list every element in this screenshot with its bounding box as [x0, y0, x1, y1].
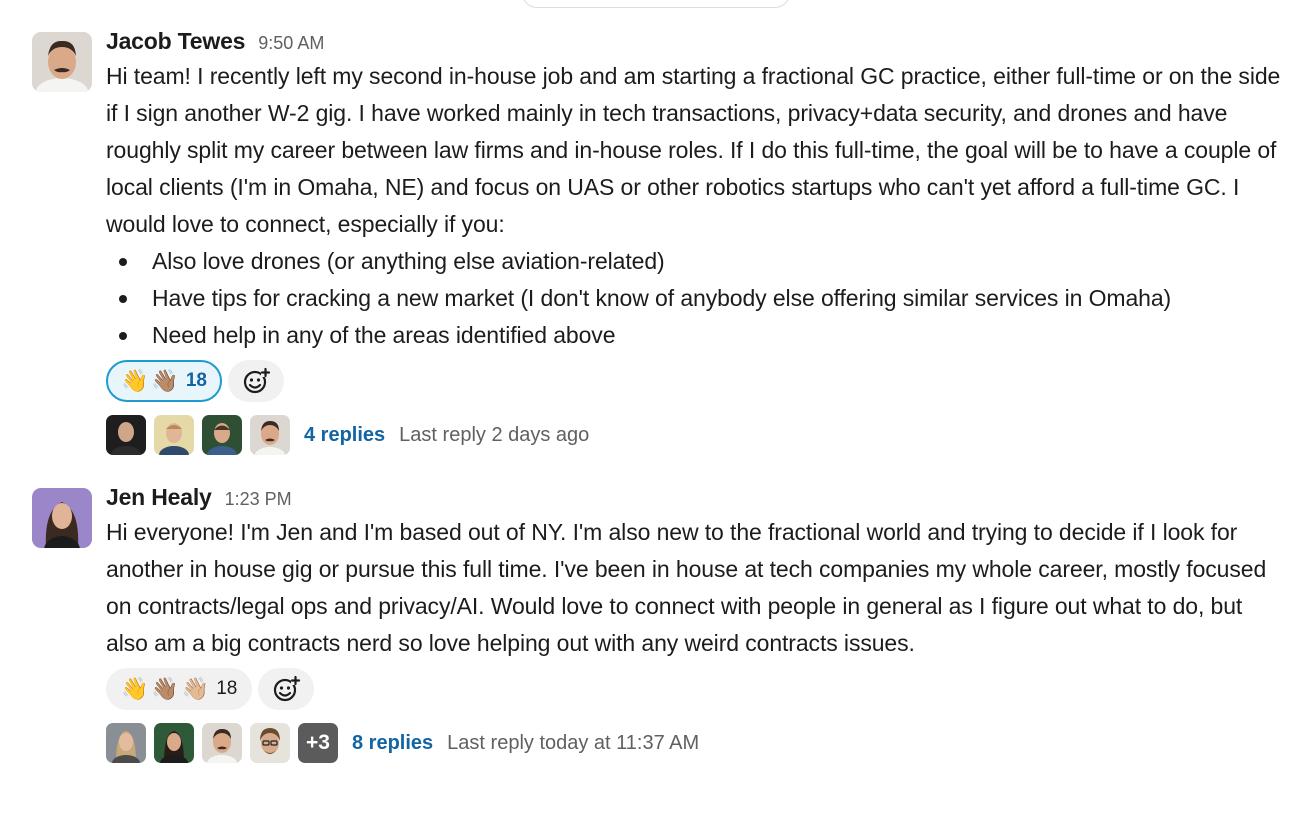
- author-name[interactable]: Jacob Tewes: [106, 28, 245, 55]
- author-avatar[interactable]: [32, 32, 92, 92]
- reactions-bar: 👋 👋🏽 👋🏼 18: [106, 668, 1286, 710]
- thread-summary[interactable]: +3 8 replies Last reply today at 11:37 A…: [106, 722, 1286, 764]
- message-text: Hi team! I recently left my second in-ho…: [106, 63, 1281, 237]
- add-reaction-button[interactable]: [227, 360, 284, 402]
- reply-avatar: [106, 723, 146, 763]
- timestamp[interactable]: 1:23 PM: [225, 489, 292, 510]
- add-emoji-reaction-icon: [274, 675, 301, 702]
- reply-avatar: [202, 723, 242, 763]
- reply-avatar: [106, 415, 146, 455]
- wave-emoji-icon: 👋: [121, 368, 149, 393]
- reply-avatar: [154, 415, 194, 455]
- message-text: Hi everyone! I'm Jen and I'm based out o…: [106, 519, 1267, 656]
- reaction-wave[interactable]: 👋 👋🏽 👋🏼 18: [106, 668, 253, 710]
- reply-avatar: [202, 415, 242, 455]
- author-avatar[interactable]: [32, 488, 92, 548]
- reaction-count: 18: [216, 678, 238, 699]
- reply-avatar: [250, 415, 290, 455]
- message-body: Hi team! I recently left my second in-ho…: [106, 58, 1286, 354]
- message-body: Hi everyone! I'm Jen and I'm based out o…: [106, 514, 1286, 662]
- replies-link[interactable]: 4 replies: [304, 424, 385, 447]
- wave-emoji-icon: 👋: [121, 676, 149, 701]
- reaction-count: 18: [185, 370, 207, 391]
- list-item: Also love drones (or anything else aviat…: [106, 243, 1286, 280]
- bullet-list: Also love drones (or anything else aviat…: [106, 243, 1286, 354]
- last-reply-text: Last reply 2 days ago: [399, 423, 590, 446]
- wave-emoji-icon: 👋🏼: [181, 676, 210, 701]
- reply-avatar: [250, 723, 290, 763]
- timestamp[interactable]: 9:50 AM: [258, 33, 324, 54]
- add-reaction-button[interactable]: [258, 668, 315, 710]
- date-divider-pill[interactable]: [522, 0, 790, 8]
- replies-link[interactable]: 8 replies: [352, 732, 433, 755]
- more-repliers-badge: +3: [298, 723, 338, 763]
- thread-summary[interactable]: 4 replies Last reply 2 days ago: [106, 414, 1286, 456]
- reaction-wave[interactable]: 👋 👋🏽 18: [106, 360, 222, 402]
- list-item: Have tips for cracking a new market (I d…: [106, 280, 1286, 317]
- reactions-bar: 👋 👋🏽 18: [106, 360, 1286, 402]
- list-item: Need help in any of the areas identified…: [106, 317, 1286, 354]
- author-name[interactable]: Jen Healy: [106, 484, 212, 511]
- add-emoji-reaction-icon: [243, 367, 271, 394]
- last-reply-text: Last reply today at 11:37 AM: [447, 731, 700, 754]
- reply-avatar: [154, 723, 194, 763]
- wave-emoji-icon: 👋🏽: [151, 368, 179, 393]
- wave-emoji-icon: 👋🏽: [151, 676, 179, 701]
